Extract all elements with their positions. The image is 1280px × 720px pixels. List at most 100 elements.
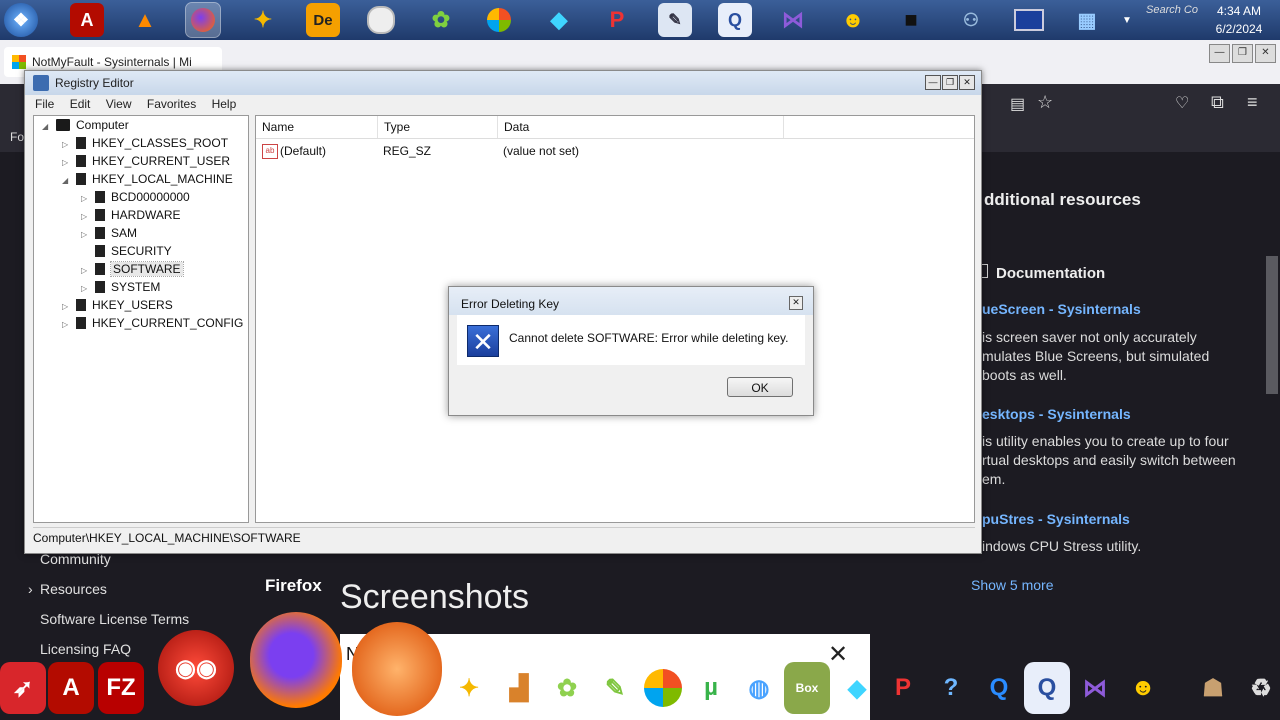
grid-app-icon[interactable]: ▦ xyxy=(1070,3,1104,37)
dialog-close-icon[interactable]: ✕ xyxy=(789,296,803,310)
close-button[interactable]: ✕ xyxy=(1255,44,1276,63)
dock-green-app-icon[interactable]: ✎ xyxy=(592,662,638,714)
reader-view-icon[interactable]: ▤ xyxy=(1010,94,1025,114)
dock-p-app-icon[interactable]: P xyxy=(880,662,926,714)
tree-item-computer[interactable]: ◢ Computer xyxy=(42,116,129,134)
menu-favorites[interactable]: Favorites xyxy=(147,95,196,113)
dock-firefox-icon[interactable] xyxy=(250,612,342,708)
vlc-icon[interactable]: ▲ xyxy=(128,3,162,37)
dock-windows-icon[interactable] xyxy=(640,662,686,714)
menu-help[interactable]: Help xyxy=(212,95,237,113)
dock-app-red-icon[interactable]: ➶ xyxy=(0,662,46,714)
tree-item-hardware[interactable]: ▷ HARDWARE xyxy=(81,206,181,224)
resource-link-desktops[interactable]: esktops - Sysinternals xyxy=(982,406,1131,422)
diamond-icon[interactable]: ◆ xyxy=(542,3,576,37)
chevron-down-icon[interactable]: ▼ xyxy=(1120,3,1134,37)
dock-filezilla-icon[interactable]: FZ xyxy=(98,662,144,714)
dock-puzzle-icon[interactable]: ▟ xyxy=(496,662,542,714)
regedit-minimize-button[interactable]: — xyxy=(925,75,941,90)
dock-acrobat-icon[interactable]: A xyxy=(48,662,94,714)
browser-tab-title: NotMyFault - Sysinternals | Mi xyxy=(32,55,192,69)
bookmark-star-icon[interactable]: ☆ xyxy=(1037,92,1053,113)
tree-item-hku[interactable]: ▷ HKEY_USERS xyxy=(62,296,173,314)
q-app-icon[interactable]: Q xyxy=(718,3,752,37)
tree-item-security[interactable]: SECURITY xyxy=(81,242,172,260)
value-type-cell: REG_SZ xyxy=(383,144,432,158)
resource-link-bluescreen[interactable]: ueScreen - Sysinternals xyxy=(982,301,1141,317)
dock-q-tool-icon[interactable]: Q xyxy=(1024,662,1070,714)
tree-item-hkcr[interactable]: ▷ HKEY_CLASSES_ROOT xyxy=(62,134,228,152)
yahoo-messenger-icon[interactable]: ☻ xyxy=(836,3,870,37)
tree-collapse-icon[interactable]: ◢ xyxy=(62,172,72,190)
dock-q-app-icon[interactable]: Q xyxy=(976,662,1022,714)
firefox-icon[interactable] xyxy=(185,2,221,38)
ok-button[interactable]: OK xyxy=(727,377,793,397)
network-icon[interactable]: ⚇ xyxy=(954,3,988,37)
dock-utorrent-icon[interactable]: µ xyxy=(688,662,734,714)
p-app-icon[interactable]: P xyxy=(600,3,634,37)
folder-icon xyxy=(95,227,105,239)
acrobat-icon[interactable]: A xyxy=(70,3,104,37)
regedit-close-button[interactable]: ✕ xyxy=(959,75,975,90)
pocket-icon[interactable]: ♡ xyxy=(1175,93,1189,113)
dock-globe-icon[interactable]: ◍ xyxy=(736,662,782,714)
column-header-data[interactable]: Data xyxy=(498,116,784,138)
tree-item-hkcu[interactable]: ▷ HKEY_CURRENT_USER xyxy=(62,152,230,170)
dock-red-creature-icon[interactable]: ◉◉ xyxy=(158,630,234,706)
show-more-link[interactable]: Show 5 more xyxy=(971,577,1053,593)
dreamweaver-icon[interactable]: De xyxy=(306,3,340,37)
document-tool-icon[interactable]: ✎ xyxy=(658,3,692,37)
tree-collapse-icon[interactable]: ◢ xyxy=(42,118,52,136)
dock-diamond-icon[interactable]: ◆ xyxy=(834,662,880,714)
nav-item-license-terms[interactable]: Software License Terms xyxy=(28,608,189,638)
page-scrollbar-thumb[interactable] xyxy=(1266,256,1278,394)
minimize-button[interactable]: — xyxy=(1209,44,1230,63)
computer-icon xyxy=(56,119,70,131)
value-name-cell[interactable]: (Default) xyxy=(280,142,326,160)
tree-item-hkcc[interactable]: ▷ HKEY_CURRENT_CONFIG xyxy=(62,314,243,332)
aim-icon[interactable]: ✦ xyxy=(246,3,280,37)
tree-label: HKEY_CURRENT_CONFIG xyxy=(92,316,244,330)
windows-logo-icon[interactable] xyxy=(482,3,516,37)
menu-view[interactable]: View xyxy=(106,95,132,113)
desktop-icon[interactable] xyxy=(1012,3,1046,37)
maximize-button[interactable]: ❐ xyxy=(1232,44,1253,63)
tree-item-software[interactable]: ▷ SOFTWARE xyxy=(81,260,184,278)
registry-editor-titlebar[interactable] xyxy=(25,71,981,95)
error-dialog-title: Error Deleting Key xyxy=(461,297,560,311)
tree-item-bcd[interactable]: ▷ BCD00000000 xyxy=(81,188,190,206)
search-snippet[interactable]: Search Co xyxy=(1146,4,1198,16)
desc-line: boots as well. xyxy=(982,367,1067,383)
tree-expand-icon[interactable]: ▷ xyxy=(62,316,72,334)
dock-help-icon[interactable]: ? xyxy=(928,662,974,714)
tree-item-sam[interactable]: ▷ SAM xyxy=(81,224,137,242)
dock-recycle-bin-icon[interactable]: ♻ xyxy=(1238,662,1280,714)
clock-app-icon[interactable] xyxy=(364,3,398,37)
firefox-dock-label: Firefox xyxy=(265,576,322,595)
dock-box-app-icon[interactable]: Box xyxy=(784,662,830,714)
menu-edit[interactable]: Edit xyxy=(70,95,91,113)
column-header-type[interactable]: Type xyxy=(378,116,498,138)
dock-gopher-icon[interactable]: ☗ xyxy=(1190,662,1236,714)
tree-item-system[interactable]: ▷ SYSTEM xyxy=(81,278,160,296)
tree-label: SECURITY xyxy=(111,244,172,258)
dock-yahoo-icon[interactable]: ☻ xyxy=(1120,662,1166,714)
column-header-name[interactable]: Name xyxy=(256,116,378,138)
dock-orange-app-icon[interactable] xyxy=(352,622,442,716)
flower-icon[interactable]: ✿ xyxy=(424,3,458,37)
tree-item-hklm[interactable]: ◢ HKEY_LOCAL_MACHINE xyxy=(62,170,233,188)
dock-aim-icon[interactable]: ✦ xyxy=(446,662,492,714)
regedit-maximize-button[interactable]: ❐ xyxy=(942,75,958,90)
resource-link-cpustres[interactable]: puStres - Sysinternals xyxy=(982,511,1130,527)
start-button-icon[interactable]: ❖ xyxy=(4,3,38,37)
registry-editor-title: Registry Editor xyxy=(55,76,134,90)
menu-icon[interactable]: ≡ xyxy=(1247,92,1258,113)
extensions-icon[interactable]: ⧉ xyxy=(1211,92,1224,113)
menu-file[interactable]: File xyxy=(35,95,54,113)
dock-visual-studio-icon[interactable]: ⋈ xyxy=(1072,662,1118,714)
nav-item-resources[interactable]: › Resources xyxy=(28,578,189,608)
visual-studio-icon[interactable]: ⋈ xyxy=(776,3,810,37)
system-clock[interactable]: 4:34 AM 6/2/2024 xyxy=(1198,0,1280,40)
dock-flower-icon[interactable]: ✿ xyxy=(544,662,590,714)
black-box-icon[interactable]: ■ xyxy=(894,3,928,37)
